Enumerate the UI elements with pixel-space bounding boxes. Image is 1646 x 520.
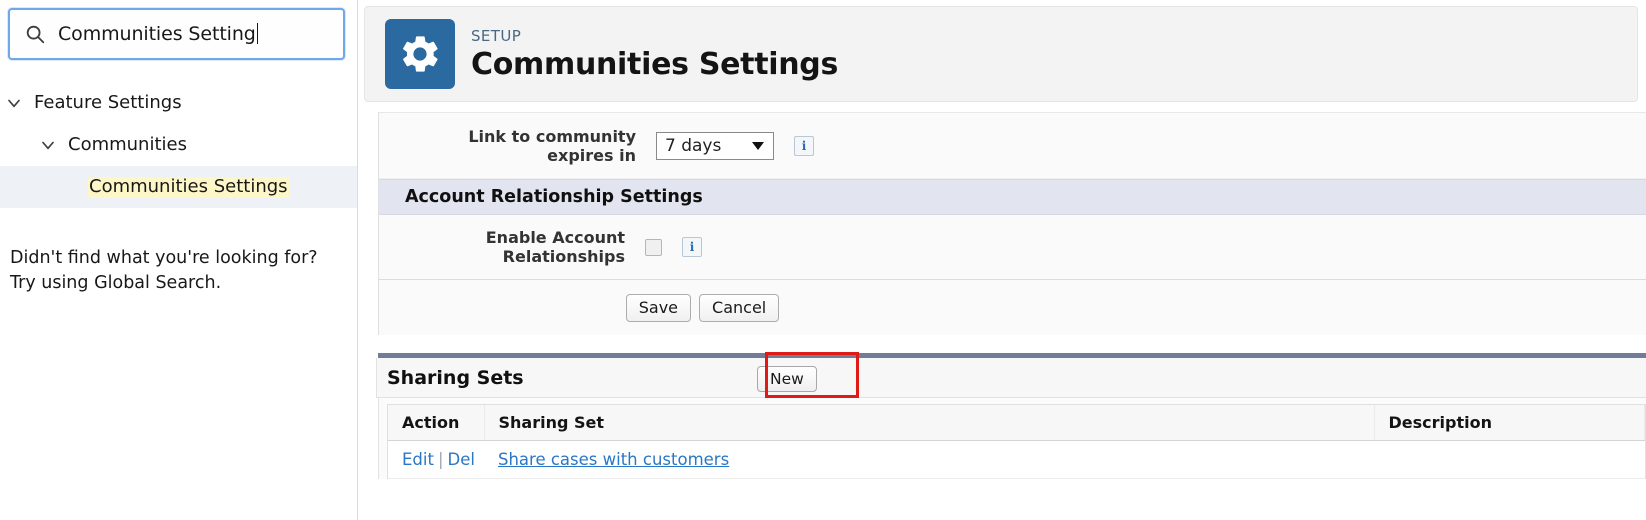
- page-title: Communities Settings: [471, 46, 839, 82]
- link-expiry-row: Link to community expires in 7 days i: [379, 113, 1646, 179]
- chevron-down-icon[interactable]: [38, 135, 58, 155]
- info-icon[interactable]: i: [794, 135, 814, 156]
- sharing-sets-title: Sharing Sets: [387, 366, 524, 389]
- info-icon-label: i: [689, 240, 695, 254]
- cell-actions: Edit | Del: [388, 440, 484, 479]
- cell-sharing-set: Share cases with customers: [484, 440, 1374, 479]
- setup-sidebar: Communities Setting Feature Settings Com…: [0, 0, 358, 520]
- new-sharing-set-button[interactable]: New: [757, 366, 817, 392]
- sharing-set-link[interactable]: Share cases with customers: [498, 450, 729, 469]
- link-expiry-select[interactable]: 7 days: [656, 131, 774, 160]
- sharing-sets-table-frame: Action Sharing Set Description Edit | Del: [378, 398, 1646, 479]
- setup-main-content: SETUP Communities Settings Link to commu…: [358, 0, 1646, 520]
- column-header-action[interactable]: Action: [388, 405, 485, 441]
- link-expiry-label: Link to community expires in: [468, 126, 636, 165]
- edit-link[interactable]: Edit: [402, 450, 434, 469]
- sidebar-item-feature-settings[interactable]: Feature Settings: [0, 82, 357, 124]
- table-header: Action Sharing Set Description: [388, 405, 1645, 441]
- sidebar-item-communities[interactable]: Communities: [0, 124, 357, 166]
- link-expiry-select-value: 7 days: [665, 135, 722, 156]
- action-separator: |: [437, 450, 444, 469]
- page-header-text: SETUP Communities Settings: [471, 27, 838, 82]
- info-icon[interactable]: i: [682, 237, 702, 257]
- communities-settings-form: Link to community expires in 7 days i Ac…: [378, 112, 1646, 335]
- chevron-down-icon[interactable]: [4, 93, 24, 113]
- breadcrumb-setup: SETUP: [471, 26, 522, 45]
- no-results-hint: Didn't find what you're looking for? Try…: [10, 246, 357, 297]
- page-header: SETUP Communities Settings: [364, 6, 1638, 102]
- sidebar-item-label: Feature Settings: [34, 92, 182, 113]
- sharing-sets-table: Action Sharing Set Description Edit | Del: [388, 405, 1645, 479]
- sharing-sets-panel: Sharing Sets New Action Sharing Set Desc…: [376, 352, 1646, 479]
- column-header-description[interactable]: Description: [1374, 405, 1645, 441]
- delete-link[interactable]: Del: [448, 450, 475, 469]
- table-row: Edit | Del Share cases with customers: [388, 440, 1645, 479]
- enable-account-relationships-row: Enable Account Relationships i: [379, 215, 1646, 279]
- setup-page: Communities Setting Feature Settings Com…: [0, 0, 1646, 520]
- info-icon-label: i: [801, 138, 807, 153]
- sidebar-item-communities-settings[interactable]: Communities Settings: [0, 166, 357, 208]
- account-relationship-section-header: Account Relationship Settings: [379, 179, 1646, 215]
- cell-description: [1374, 440, 1645, 479]
- enable-account-relationships-label: Enable Account Relationships: [485, 228, 625, 266]
- search-icon: [24, 23, 46, 45]
- no-results-line-1: Didn't find what you're looking for?: [10, 248, 318, 268]
- search-input[interactable]: Communities Setting: [58, 23, 258, 45]
- form-action-buttons: Save Cancel: [379, 279, 1646, 335]
- chevron-down-icon: [752, 141, 764, 150]
- gear-icon: [385, 19, 455, 89]
- setup-tree: Feature Settings Communities Communities…: [0, 82, 357, 208]
- sharing-sets-header: Sharing Sets New: [376, 352, 1646, 398]
- sidebar-item-label: Communities: [68, 134, 187, 155]
- cancel-button[interactable]: Cancel: [699, 293, 780, 322]
- no-results-line-2: Try using Global Search.: [10, 273, 222, 294]
- table-body: Edit | Del Share cases with customers: [388, 440, 1645, 479]
- save-button[interactable]: Save: [625, 293, 692, 322]
- table-header-row: Action Sharing Set Description: [388, 405, 1645, 441]
- column-header-sharing-set[interactable]: Sharing Set: [484, 405, 1375, 441]
- quick-find-search-box[interactable]: Communities Setting: [8, 8, 345, 60]
- sharing-sets-table-inner: Action Sharing Set Description Edit | Del: [387, 404, 1646, 479]
- sidebar-item-label: Communities Settings: [88, 175, 289, 198]
- search-input-value: Communities Setting: [58, 23, 256, 45]
- text-cursor: [256, 23, 258, 44]
- enable-account-relationships-checkbox[interactable]: [645, 238, 662, 256]
- section-title: Account Relationship Settings: [405, 187, 703, 207]
